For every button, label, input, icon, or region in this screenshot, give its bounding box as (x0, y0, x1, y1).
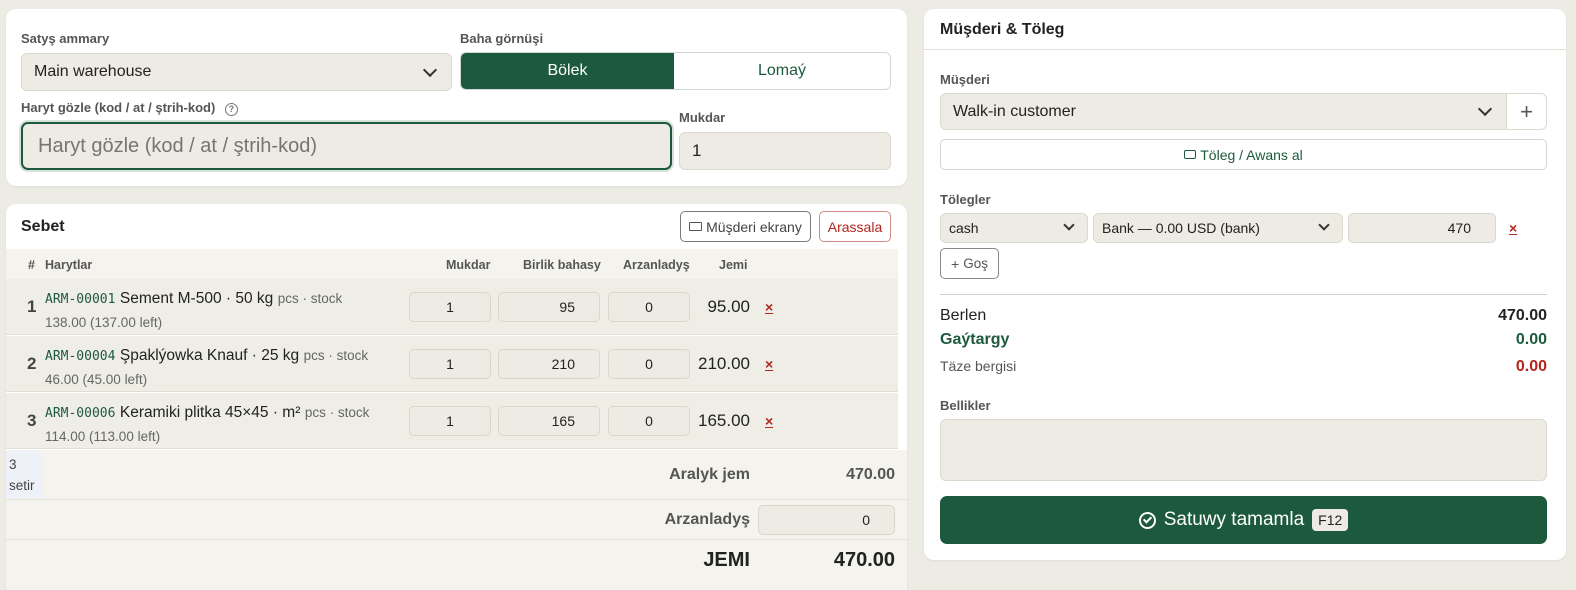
row-number: 3 (27, 411, 37, 430)
grand-total-label: JEMI (703, 549, 750, 571)
search-label: Haryt gözle (kod / at / ştrih-kod) ? (21, 100, 238, 116)
subtotal-value: 470.00 (846, 466, 895, 483)
add-payment-button[interactable]: + Goş (940, 248, 999, 279)
row-discount-input[interactable]: 0 (608, 406, 690, 436)
row-number: 2 (27, 354, 37, 373)
notes-label: Bellikler (940, 398, 991, 413)
row-total: 165.00 (698, 411, 750, 430)
col-discount: Arzanladyş (623, 258, 690, 272)
cart-discount-input[interactable]: 0 (758, 505, 895, 535)
product-code: ARM-00004 (45, 349, 116, 364)
row-discount-input[interactable]: 0 (608, 292, 690, 322)
subtotal-label: Aralyk jem (669, 466, 750, 483)
add-customer-button[interactable]: + (1506, 93, 1547, 130)
row-price-input[interactable]: 210 (498, 349, 600, 379)
check-circle-icon (1138, 511, 1156, 529)
cart-table-header: # Harytlar Mukdar Birlik bahasy Arzanlad… (6, 249, 898, 279)
col-unit-price: Birlik bahasy (523, 258, 601, 272)
payment-amount-input[interactable]: 470 (1348, 213, 1496, 243)
plus-icon: + (951, 255, 960, 272)
given-label: Berlen (940, 307, 987, 324)
advance-payment-button[interactable]: Töleg / Awans al (940, 139, 1547, 170)
table-row: 2 ARM-00004 Şpaklýowka Knauf · 25 kg pcs… (6, 336, 898, 392)
plus-icon: + (1520, 98, 1533, 124)
chevron-down-icon (422, 62, 438, 78)
row-total: 210.00 (698, 354, 750, 373)
table-row: 1 ARM-00001 Sement M-500 · 50 kg pcs · s… (6, 279, 898, 335)
product-meta: pcs · stock (304, 405, 370, 420)
clear-cart-button[interactable]: Arassala (819, 211, 891, 242)
warehouse-value: Main warehouse (34, 63, 152, 80)
cash-icon (1184, 150, 1197, 159)
row-count: 3 setir (6, 450, 42, 498)
product-code: ARM-00006 (45, 406, 116, 421)
warehouse-label: Satyş ammary (21, 31, 110, 46)
row-quantity-input[interactable]: 1 (409, 349, 491, 379)
remove-payment-button[interactable]: × (1509, 220, 1517, 236)
customer-payment-panel: Müşderi & Töleg Müşderi Walk-in customer… (924, 9, 1566, 560)
chevron-down-icon (1477, 101, 1493, 117)
customer-label: Müşderi (940, 72, 990, 87)
payment-account-select[interactable]: Bank — 0.00 USD (bank) (1093, 213, 1343, 243)
remove-row-button[interactable]: × (765, 299, 773, 315)
monitor-icon (689, 222, 703, 231)
table-row: 3 ARM-00006 Keramiki plitka 45×45 · m² p… (6, 393, 898, 449)
remove-row-button[interactable]: × (765, 413, 773, 429)
remove-row-button[interactable]: × (765, 356, 773, 372)
warehouse-select[interactable]: Main warehouse (21, 53, 452, 91)
customer-select[interactable]: Walk-in customer (940, 93, 1507, 130)
price-type-label: Baha görnüşi (460, 31, 544, 46)
grand-total-value: 470.00 (833, 549, 895, 571)
cart-title: Sebet (21, 218, 65, 235)
change-value: 0.00 (1515, 331, 1547, 348)
panel-title: Müşderi & Töleg (940, 21, 1065, 38)
new-debt-label: Täze bergisi (940, 358, 1017, 374)
help-icon: ? (224, 103, 238, 116)
cart-footer: 3 setir Aralyk jem 470.00 Arzanladyş 0 JE… (6, 450, 907, 590)
row-quantity-input[interactable]: 1 (409, 292, 491, 322)
row-quantity-input[interactable]: 1 (409, 406, 491, 436)
cart-panel: Sebet Müşderi ekrany Arassala # Harytlar… (6, 204, 907, 590)
chevron-down-icon (1063, 219, 1075, 231)
col-quantity: Mukdar (446, 258, 491, 272)
customer-screen-button[interactable]: Müşderi ekrany (680, 211, 811, 242)
product-stock: 114.00 (113.00 left) (45, 429, 161, 444)
product-meta: pcs · stock (303, 348, 369, 363)
payment-method-select[interactable]: cash (940, 213, 1088, 243)
quantity-label: Mukdar (679, 110, 726, 125)
product-stock: 138.00 (137.00 left) (45, 315, 163, 330)
complete-sale-button[interactable]: Satuwy tamamla F12 (940, 496, 1547, 544)
col-products: Harytlar (45, 258, 93, 272)
product-stock: 46.00 (45.00 left) (45, 372, 148, 387)
row-price-input[interactable]: 95 (498, 292, 600, 322)
quantity-input[interactable]: 1 (679, 132, 891, 170)
chevron-down-icon (1318, 219, 1330, 231)
row-total: 95.00 (707, 297, 750, 316)
price-type-toggle: Bölek Lomaý (460, 52, 891, 90)
given-value: 470.00 (1498, 307, 1547, 324)
row-price-input[interactable]: 165 (498, 406, 600, 436)
product-code: ARM-00001 (45, 292, 116, 307)
product-search-input[interactable] (21, 122, 672, 170)
payments-label: Tölegler (940, 192, 991, 207)
price-type-wholesale-button[interactable]: Lomaý (674, 53, 890, 89)
product-name: Sement M-500 · 50 kg (119, 290, 274, 307)
product-meta: pcs · stock (277, 291, 343, 306)
cart-discount-label: Arzanladyş (664, 511, 750, 528)
new-debt-value: 0.00 (1515, 358, 1547, 375)
notes-textarea[interactable] (940, 419, 1547, 481)
row-number: 1 (27, 297, 37, 316)
shortcut-badge: F12 (1312, 509, 1349, 531)
price-type-retail-button[interactable]: Bölek (461, 53, 674, 89)
product-name: Şpaklýowka Knauf · 25 kg (119, 347, 300, 364)
row-discount-input[interactable]: 0 (608, 349, 690, 379)
product-name: Keramiki plitka 45×45 · m² (119, 404, 301, 421)
col-num: # (28, 258, 35, 272)
sale-settings-panel: Satyş ammary Main warehouse Baha görnüşi… (6, 9, 907, 186)
change-label: Gaýtargy (940, 331, 1010, 348)
col-total: Jemi (719, 258, 748, 272)
